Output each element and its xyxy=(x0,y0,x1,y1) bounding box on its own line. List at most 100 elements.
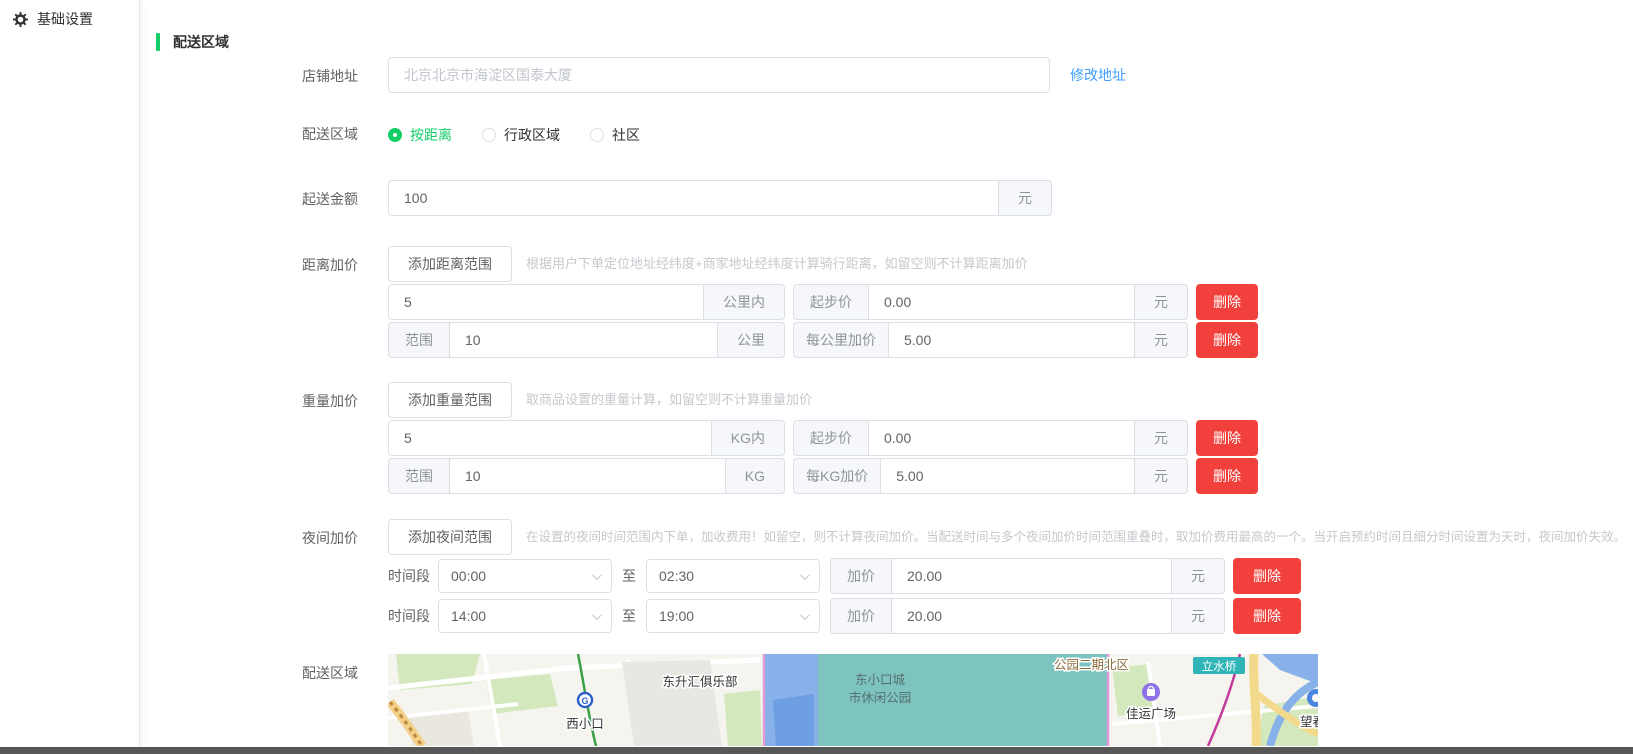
start-time-select[interactable]: 14:00 xyxy=(438,599,612,633)
map-highway xyxy=(1254,654,1257,746)
surcharge-unit: 元 xyxy=(1172,598,1225,634)
base-price-input[interactable] xyxy=(868,420,1135,456)
base-price-unit: 元 xyxy=(1135,284,1188,320)
night-fee-row-1: 时间段 00:00 至 02:30 加价 元 删除 xyxy=(388,557,1626,595)
period-label: 时间段 xyxy=(388,606,430,626)
delivery-map-row: 配送区域 G xyxy=(156,654,1633,746)
radio-dot xyxy=(388,128,402,142)
to-label: 至 xyxy=(622,606,636,626)
min-order-input[interactable] xyxy=(388,180,999,216)
distance-limit-input[interactable] xyxy=(388,284,704,320)
map-label-jiayun: 佳运广场 xyxy=(1126,707,1176,721)
chevron-down-icon xyxy=(592,610,602,620)
min-order-unit: 元 xyxy=(999,180,1052,216)
delete-button[interactable]: 删除 xyxy=(1233,598,1301,634)
add-distance-range-button[interactable]: 添加距离范围 xyxy=(388,246,512,282)
distance-range-input[interactable] xyxy=(449,322,718,358)
distance-limit-unit: 公里内 xyxy=(704,284,785,320)
distance-fee-hint: 根据用户下单定位地址经纬度+商家地址经纬度计算骑行距离，如留空则不计算距离加价 xyxy=(526,246,1028,282)
delete-button[interactable]: 删除 xyxy=(1196,420,1258,456)
radio-by-distance[interactable]: 按距离 xyxy=(388,125,452,145)
min-order-label: 起送金额 xyxy=(156,180,358,209)
map-label-club: 东升汇俱乐部 xyxy=(662,674,737,689)
surcharge-label: 加价 xyxy=(830,598,891,634)
end-time-select[interactable]: 19:00 xyxy=(646,599,820,633)
weight-limit-unit: KG内 xyxy=(712,420,785,456)
range-label: 范围 xyxy=(388,322,449,358)
map-label-park-north: 公园二期北区 xyxy=(1054,658,1129,672)
section-header: 配送区域 xyxy=(156,33,1633,51)
delete-button[interactable]: 删除 xyxy=(1233,558,1301,594)
weight-range-input[interactable] xyxy=(449,458,726,494)
store-address-input[interactable] xyxy=(388,57,1050,93)
range-label: 范围 xyxy=(388,458,449,494)
period-label: 时间段 xyxy=(388,566,430,586)
map-label-xixiaokou: 西小口 xyxy=(566,717,604,731)
surcharge-input[interactable] xyxy=(891,598,1172,634)
radio-admin-region[interactable]: 行政区域 xyxy=(482,125,560,145)
per-kg-price-input[interactable] xyxy=(880,458,1135,494)
surcharge-input[interactable] xyxy=(891,558,1172,594)
gear-icon xyxy=(13,12,28,27)
map-label-lishuiqiao: 立水桥 xyxy=(1202,659,1237,673)
main-panel: 配送区域 店铺地址 修改地址 配送区域 按距离 行政区域 社区 起送金额 xyxy=(141,0,1633,754)
edit-address-link[interactable]: 修改地址 xyxy=(1070,57,1126,93)
distance-fee-row-1: 公里内 起步价 元 删除 xyxy=(388,284,1258,320)
delete-button[interactable]: 删除 xyxy=(1196,284,1258,320)
sidebar: 基础设置 xyxy=(0,0,140,754)
map-label-wangchun: 望春 xyxy=(1300,714,1318,729)
store-address-row: 店铺地址 修改地址 xyxy=(156,57,1633,93)
night-fee-hint: 在设置的夜间时间范围内下单，加收费用！如留空，则不计算夜间加价。当配送时间与多个… xyxy=(526,519,1626,555)
weight-fee-label: 重量加价 xyxy=(156,382,358,411)
horizontal-scrollbar[interactable] xyxy=(0,747,1633,754)
radio-community[interactable]: 社区 xyxy=(590,125,640,145)
page-title: 配送区域 xyxy=(173,32,229,52)
store-address-label: 店铺地址 xyxy=(156,57,358,86)
map-park-patch xyxy=(724,690,762,746)
to-label: 至 xyxy=(622,566,636,586)
night-fee-section: 夜间加价 添加夜间范围 在设置的夜间时间范围内下单，加收费用！如留空，则不计算夜… xyxy=(156,519,1633,635)
weight-fee-row-2: 范围 KG 每KG加价 元 删除 xyxy=(388,458,1258,494)
area-type-row: 配送区域 按距离 行政区域 社区 xyxy=(156,117,1633,153)
sidebar-item-basic-settings[interactable]: 基础设置 xyxy=(0,0,139,38)
delivery-map-label: 配送区域 xyxy=(156,654,358,683)
distance-fee-label: 距离加价 xyxy=(156,246,358,275)
per-km-price-input[interactable] xyxy=(888,322,1135,358)
map-building-patch xyxy=(622,660,722,746)
base-price-input[interactable] xyxy=(868,284,1135,320)
surcharge-label: 加价 xyxy=(830,558,891,594)
radio-dot xyxy=(482,128,496,142)
svg-text:G: G xyxy=(581,696,588,706)
delivery-area-map[interactable]: G 西小口 东升汇俱乐部 东小口城 市休闲公园 xyxy=(388,654,1318,746)
distance-fee-section: 距离加价 添加距离范围 根据用户下单定位地址经纬度+商家地址经纬度计算骑行距离，… xyxy=(156,246,1633,358)
night-fee-label: 夜间加价 xyxy=(156,519,358,548)
map-label-park-2: 市休闲公园 xyxy=(849,690,912,705)
surcharge-unit: 元 xyxy=(1172,558,1225,594)
chevron-down-icon xyxy=(800,570,810,580)
per-km-price-label: 每公里加价 xyxy=(793,322,888,358)
radio-dot xyxy=(590,128,604,142)
map-label-park-1: 东小口城 xyxy=(855,673,906,687)
map-water-dark xyxy=(773,694,814,746)
delete-button[interactable]: 删除 xyxy=(1196,322,1258,358)
distance-fee-row-2: 范围 公里 每公里加价 元 删除 xyxy=(388,322,1258,358)
per-kg-price-unit: 元 xyxy=(1135,458,1188,494)
end-time-select[interactable]: 02:30 xyxy=(646,559,820,593)
section-accent-bar xyxy=(156,33,160,51)
weight-fee-row-1: KG内 起步价 元 删除 xyxy=(388,420,1258,456)
per-kg-price-label: 每KG加价 xyxy=(793,458,880,494)
weight-fee-section: 重量加价 添加重量范围 取商品设置的重量计算，如留空则不计算重量加价 KG内 起… xyxy=(156,382,1633,494)
weight-limit-input[interactable] xyxy=(388,420,712,456)
distance-range-unit: 公里 xyxy=(718,322,785,358)
base-price-label: 起步价 xyxy=(793,284,868,320)
area-type-label: 配送区域 xyxy=(156,117,358,144)
add-weight-range-button[interactable]: 添加重量范围 xyxy=(388,382,512,418)
add-night-range-button[interactable]: 添加夜间范围 xyxy=(388,519,512,555)
night-fee-row-2: 时间段 14:00 至 19:00 加价 元 删除 xyxy=(388,597,1626,635)
min-order-row: 起送金额 元 xyxy=(156,180,1633,216)
delete-button[interactable]: 删除 xyxy=(1196,458,1258,494)
base-price-label: 起步价 xyxy=(793,420,868,456)
start-time-select[interactable]: 00:00 xyxy=(438,559,612,593)
base-price-unit: 元 xyxy=(1135,420,1188,456)
chevron-down-icon xyxy=(800,610,810,620)
